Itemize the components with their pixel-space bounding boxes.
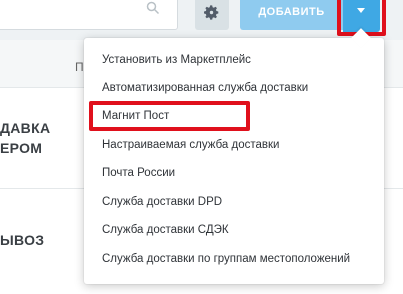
table-header-cell: П <box>75 60 84 74</box>
search-icon[interactable] <box>146 1 162 17</box>
add-menu: Установить из Маркетплейс Автоматизирова… <box>84 28 384 284</box>
table-row-title: ЫВОЗ <box>0 232 45 248</box>
menu-item-custom-delivery[interactable]: Настраиваемая служба доставки <box>102 135 279 155</box>
magnit-post-highlight-frame <box>89 101 250 131</box>
settings-button[interactable] <box>195 0 229 30</box>
gear-icon <box>204 5 219 20</box>
toolbar: ДОБАВИТЬ <box>0 0 403 40</box>
table-row-title-line1: ДАВКА <box>0 120 51 136</box>
menu-item-russian-post[interactable]: Почта России <box>102 163 175 183</box>
search-input[interactable] <box>0 0 178 30</box>
menu-item-marketplace[interactable]: Установить из Маркетплейс <box>102 50 251 70</box>
add-button[interactable]: ДОБАВИТЬ <box>240 0 343 30</box>
menu-item-automated-delivery[interactable]: Автоматизированная служба доставки <box>102 78 308 98</box>
menu-item-dpd[interactable]: Служба доставки DPD <box>102 192 222 212</box>
table-row-title-line2: ЕРОМ <box>0 140 43 156</box>
menu-item-location-groups[interactable]: Служба доставки по группам местоположени… <box>102 249 350 269</box>
menu-item-cdek[interactable]: Служба доставки СДЭК <box>102 220 229 240</box>
